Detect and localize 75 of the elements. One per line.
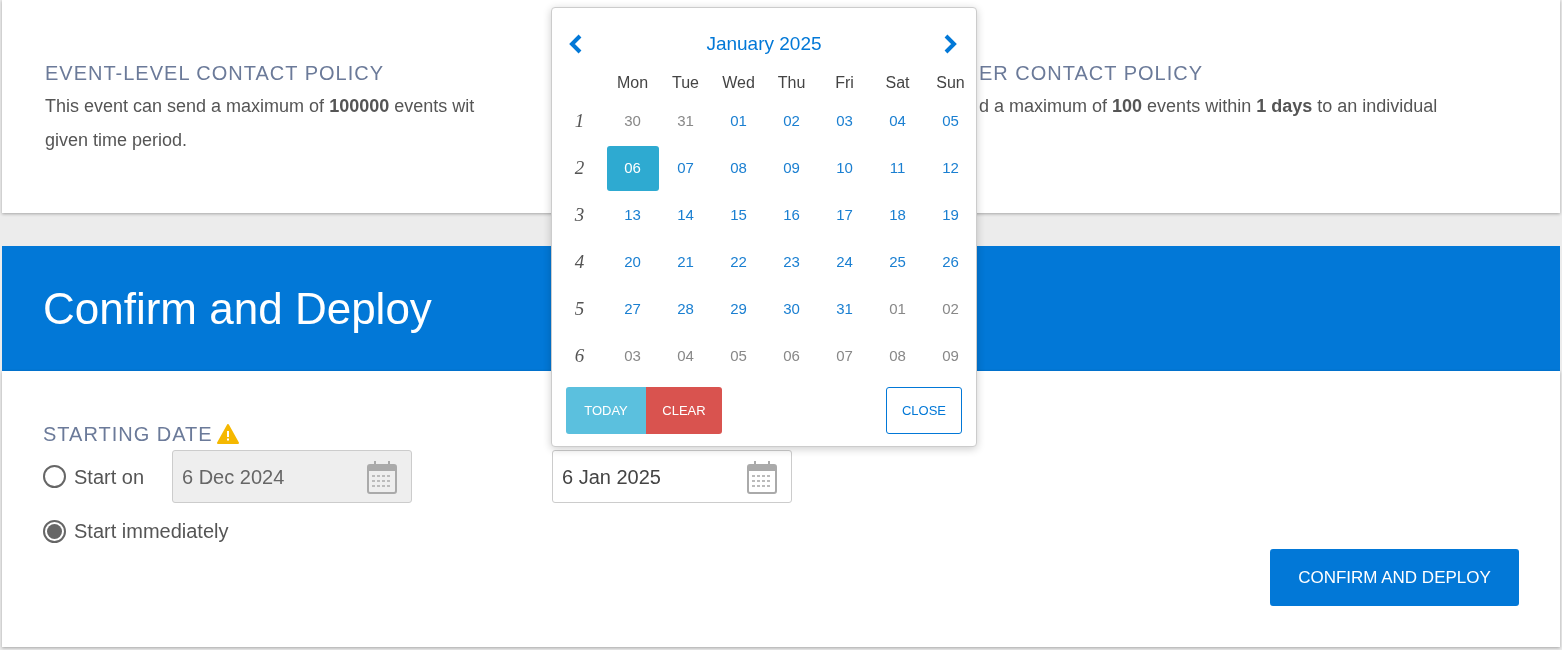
section-title: Confirm and Deploy — [43, 282, 432, 335]
day-cell[interactable]: 27 — [606, 287, 659, 332]
policy-heading: ER CONTACT POLICY — [979, 61, 1205, 86]
day-cell[interactable]: 30 — [765, 287, 818, 332]
day-cell[interactable]: 31 — [659, 99, 712, 144]
week-number: 3 — [574, 203, 585, 228]
day-cell[interactable]: 22 — [712, 240, 765, 285]
radio-button[interactable] — [43, 519, 66, 543]
day-cell[interactable]: 14 — [659, 193, 712, 238]
day-cell[interactable]: 11 — [871, 146, 924, 191]
weekday-label: Mon — [616, 73, 649, 93]
day-cell[interactable]: 07 — [818, 334, 871, 379]
calendar-icon[interactable] — [747, 459, 777, 494]
day-cell[interactable]: 10 — [818, 146, 871, 191]
weekday-label: Fri — [835, 73, 854, 93]
week-number: 4 — [574, 250, 585, 275]
day-cell[interactable]: 28 — [659, 287, 712, 332]
day-cell[interactable]: 16 — [765, 193, 818, 238]
weekday-label: Sat — [885, 73, 910, 93]
radio-label[interactable]: Start immediately — [74, 518, 229, 544]
day-cell[interactable]: 04 — [871, 99, 924, 144]
clear-button[interactable]: CLEAR — [646, 387, 722, 434]
day-cell[interactable]: 12 — [924, 146, 977, 191]
day-cell[interactable]: 03 — [606, 334, 659, 379]
chevron-right-icon — [943, 34, 957, 54]
field-label: STARTING DATE — [43, 422, 213, 447]
month-title[interactable]: January 2025 — [706, 29, 822, 59]
day-cell[interactable]: 30 — [606, 99, 659, 144]
day-cell[interactable]: 31 — [818, 287, 871, 332]
day-cell[interactable]: 15 — [712, 193, 765, 238]
week-number: 2 — [574, 156, 585, 181]
weekday-label: Tue — [672, 73, 699, 93]
day-cell[interactable]: 26 — [924, 240, 977, 285]
policy-text: d a maximum of 100 events within 1 days to an individual — [979, 95, 1438, 118]
week-number: 1 — [574, 109, 585, 134]
radio-label[interactable]: Start on — [74, 463, 172, 490]
day-cell[interactable]: 07 — [659, 146, 712, 191]
day-cell[interactable]: 03 — [818, 99, 871, 144]
day-cell[interactable]: 09 — [924, 334, 977, 379]
date-field[interactable]: 6 Jan 2025 — [552, 450, 792, 503]
day-cell[interactable]: 05 — [712, 334, 765, 379]
day-cell[interactable]: 25 — [871, 240, 924, 285]
day-cell[interactable]: 01 — [871, 287, 924, 332]
day-cell[interactable]: 05 — [924, 99, 977, 144]
weekday-label: Wed — [722, 73, 755, 93]
day-cell[interactable]: 08 — [712, 146, 765, 191]
day-cell[interactable]: 24 — [818, 240, 871, 285]
day-cell[interactable]: 04 — [659, 334, 712, 379]
day-cell[interactable]: 19 — [924, 193, 977, 238]
weekday-label: Thu — [777, 73, 806, 93]
day-cell[interactable]: 02 — [924, 287, 977, 332]
day-cell[interactable]: 29 — [712, 287, 765, 332]
policy-heading: EVENT-LEVEL CONTACT POLICY — [45, 61, 386, 86]
day-cell[interactable]: 02 — [765, 99, 818, 144]
day-cell[interactable]: 06 — [606, 146, 659, 191]
day-cell[interactable]: 06 — [765, 334, 818, 379]
week-number: 5 — [574, 297, 585, 322]
day-cell[interactable]: 09 — [765, 146, 818, 191]
chevron-left-icon — [569, 34, 583, 54]
day-cell[interactable]: 21 — [659, 240, 712, 285]
policy-text: This event can send a maximum of 100000 events wit — [45, 95, 476, 118]
week-number: 6 — [574, 344, 585, 369]
next-month-button[interactable] — [943, 32, 959, 56]
day-cell[interactable]: 18 — [871, 193, 924, 238]
radio-button[interactable] — [43, 465, 66, 488]
day-cell[interactable]: 17 — [818, 193, 871, 238]
day-cell[interactable]: 20 — [606, 240, 659, 285]
policy-text: given time period. — [45, 129, 189, 152]
day-cell[interactable]: 01 — [712, 99, 765, 144]
day-cell[interactable]: 23 — [765, 240, 818, 285]
day-cell[interactable]: 08 — [871, 334, 924, 379]
weekday-label: Sun — [936, 73, 965, 93]
day-cell[interactable]: 13 — [606, 193, 659, 238]
close-button[interactable]: CLOSE — [886, 387, 962, 434]
confirm-deploy-button[interactable]: CONFIRM AND DEPLOY — [1270, 549, 1519, 606]
